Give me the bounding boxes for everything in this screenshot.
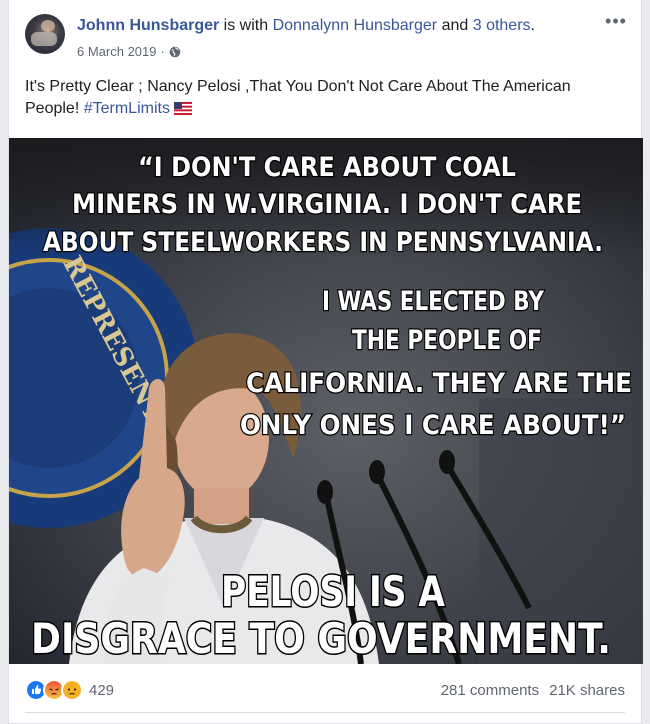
quote2-line-3: CALIFORNIA. THEY ARE THE <box>246 368 632 399</box>
footer-divider <box>25 712 625 713</box>
author-name[interactable]: Johnn Hunsbarger <box>77 17 219 34</box>
tagged-user[interactable]: Donnalynn Hunsbarger <box>273 17 438 34</box>
shares-count[interactable]: 21K shares <box>549 682 625 699</box>
post-image[interactable]: REPRESENT “I DON'T CARE ABOUT COAL MINER… <box>9 138 643 664</box>
quote2-line-2: THE PEOPLE OF <box>352 325 542 356</box>
caption-line-1: PELOSI IS A <box>221 567 445 616</box>
post-card: Johnn Hunsbarger is with Donnalynn Hunsb… <box>8 0 643 724</box>
hashtag-link[interactable]: #TermLimits <box>84 100 170 117</box>
post-text: It's Pretty Clear ; Nancy Pelosi ,That Y… <box>25 76 625 122</box>
tagged-others-link[interactable]: 3 others <box>473 17 531 34</box>
globe-icon[interactable] <box>169 46 181 58</box>
with-text: is with <box>219 17 273 34</box>
reactions[interactable]: 429 <box>25 679 114 701</box>
author-avatar[interactable] <box>25 14 65 54</box>
reaction-count[interactable]: 429 <box>89 682 114 699</box>
post-date[interactable]: 6 March 2019 <box>77 44 157 59</box>
quote-line-2: MINERS IN W.VIRGINIA. I DON'T CARE <box>72 189 582 220</box>
quote2-line-1: I WAS ELECTED BY <box>322 286 544 317</box>
and-text: and <box>437 17 473 34</box>
us-flag-emoji <box>173 100 192 122</box>
post-header: Johnn Hunsbarger is with Donnalynn Hunsb… <box>77 17 597 35</box>
quote-line-1: “I DON'T CARE ABOUT COAL <box>138 152 516 183</box>
comments-count[interactable]: 281 comments <box>441 682 539 699</box>
post-footer: 429 281 comments 21K shares <box>25 678 625 702</box>
quote-line-3: ABOUT STEELWORKERS IN PENNSYLVANIA. <box>43 227 603 258</box>
caption-line-2: DISGRACE TO GOVERNMENT. <box>31 614 611 663</box>
meta-separator: · <box>160 44 165 59</box>
more-options-icon[interactable]: ••• <box>603 12 629 34</box>
sad-reaction-icon <box>61 679 83 701</box>
quote2-line-4: ONLY ONES I CARE ABOUT!” <box>240 410 626 441</box>
post-meta: 6 March 2019 · <box>77 44 181 59</box>
header-period: . <box>530 17 535 34</box>
